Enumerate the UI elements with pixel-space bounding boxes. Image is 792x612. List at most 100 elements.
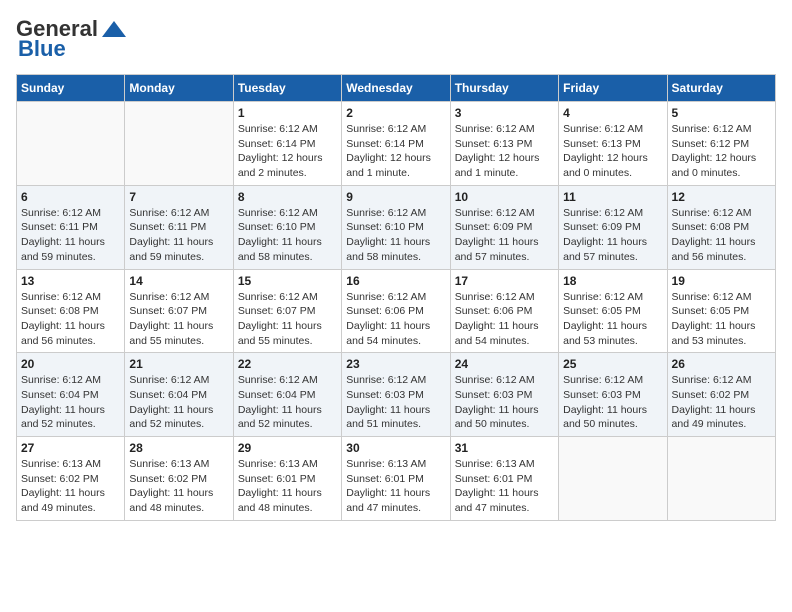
calendar-day-cell: 9Sunrise: 6:12 AMSunset: 6:10 PMDaylight… bbox=[342, 185, 450, 269]
day-number: 27 bbox=[21, 441, 120, 455]
calendar-day-cell: 30 Sunrise: 6:13 AMSunset: 6:01 PMDayligh… bbox=[342, 437, 450, 521]
day-number: 7 bbox=[129, 190, 228, 204]
day-info: Sunrise: 6:12 AMSunset: 6:07 PMDaylight:… bbox=[129, 290, 228, 349]
calendar-day-cell: 29 Sunrise: 6:13 AMSunset: 6:01 PMDayligh… bbox=[233, 437, 341, 521]
column-header-tuesday: Tuesday bbox=[233, 75, 341, 102]
calendar-day-cell: 4 Sunrise: 6:12 AMSunset: 6:13 PMDaylight… bbox=[559, 102, 667, 186]
calendar-week-row: 13 Sunrise: 6:12 AMSunset: 6:08 PMDayligh… bbox=[17, 269, 776, 353]
day-info: Sunrise: 6:12 AMSunset: 6:06 PMDaylight:… bbox=[455, 290, 554, 349]
calendar-day-cell: 15 Sunrise: 6:12 AMSunset: 6:07 PMDayligh… bbox=[233, 269, 341, 353]
calendar-day-cell: 3 Sunrise: 6:12 AMSunset: 6:13 PMDaylight… bbox=[450, 102, 558, 186]
calendar-day-cell: 22 Sunrise: 6:12 AMSunset: 6:04 PMDayligh… bbox=[233, 353, 341, 437]
day-info: Sunrise: 6:12 AMSunset: 6:03 PMDaylight:… bbox=[563, 373, 662, 432]
calendar-day-cell: 11 Sunrise: 6:12 AMSunset: 6:09 PMDayligh… bbox=[559, 185, 667, 269]
column-header-saturday: Saturday bbox=[667, 75, 775, 102]
day-info: Sunrise: 6:13 AMSunset: 6:01 PMDaylight:… bbox=[238, 457, 337, 516]
calendar-day-cell bbox=[559, 437, 667, 521]
logo-icon bbox=[100, 19, 128, 39]
day-info: Sunrise: 6:12 AMSunset: 6:08 PMDaylight:… bbox=[21, 290, 120, 349]
day-info: Sunrise: 6:12 AMSunset: 6:12 PMDaylight:… bbox=[672, 122, 771, 181]
calendar-week-row: 27 Sunrise: 6:13 AMSunset: 6:02 PMDayligh… bbox=[17, 437, 776, 521]
calendar-day-cell: 7 Sunrise: 6:12 AMSunset: 6:11 PMDaylight… bbox=[125, 185, 233, 269]
column-header-wednesday: Wednesday bbox=[342, 75, 450, 102]
day-info: Sunrise: 6:12 AMSunset: 6:09 PMDaylight:… bbox=[455, 206, 554, 265]
day-number: 5 bbox=[672, 106, 771, 120]
calendar-day-cell bbox=[17, 102, 125, 186]
calendar-day-cell: 12Sunrise: 6:12 AMSunset: 6:08 PMDayligh… bbox=[667, 185, 775, 269]
day-info: Sunrise: 6:12 AMSunset: 6:05 PMDaylight:… bbox=[563, 290, 662, 349]
day-number: 10 bbox=[455, 190, 554, 204]
calendar-day-cell: 2 Sunrise: 6:12 AMSunset: 6:14 PMDaylight… bbox=[342, 102, 450, 186]
day-number: 22 bbox=[238, 357, 337, 371]
day-number: 31 bbox=[455, 441, 554, 455]
day-number: 19 bbox=[672, 274, 771, 288]
day-number: 17 bbox=[455, 274, 554, 288]
day-number: 28 bbox=[129, 441, 228, 455]
day-info: Sunrise: 6:12 AMSunset: 6:04 PMDaylight:… bbox=[238, 373, 337, 432]
day-number: 16 bbox=[346, 274, 445, 288]
day-info: Sunrise: 6:12 AMSunset: 6:04 PMDaylight:… bbox=[21, 373, 120, 432]
day-number: 3 bbox=[455, 106, 554, 120]
day-number: 24 bbox=[455, 357, 554, 371]
day-number: 21 bbox=[129, 357, 228, 371]
calendar-day-cell bbox=[125, 102, 233, 186]
calendar-day-cell: 21Sunrise: 6:12 AMSunset: 6:04 PMDayligh… bbox=[125, 353, 233, 437]
day-info: Sunrise: 6:12 AMSunset: 6:13 PMDaylight:… bbox=[455, 122, 554, 181]
day-info: Sunrise: 6:13 AMSunset: 6:01 PMDaylight:… bbox=[346, 457, 445, 516]
day-info: Sunrise: 6:12 AMSunset: 6:14 PMDaylight:… bbox=[346, 122, 445, 181]
day-info: Sunrise: 6:12 AMSunset: 6:10 PMDaylight:… bbox=[346, 206, 445, 265]
day-info: Sunrise: 6:12 AMSunset: 6:09 PMDaylight:… bbox=[563, 206, 662, 265]
column-header-sunday: Sunday bbox=[17, 75, 125, 102]
calendar-day-cell: 6 Sunrise: 6:12 AMSunset: 6:11 PMDaylight… bbox=[17, 185, 125, 269]
calendar-day-cell: 19Sunrise: 6:12 AMSunset: 6:05 PMDayligh… bbox=[667, 269, 775, 353]
calendar-week-row: 20Sunrise: 6:12 AMSunset: 6:04 PMDayligh… bbox=[17, 353, 776, 437]
day-number: 11 bbox=[563, 190, 662, 204]
day-number: 2 bbox=[346, 106, 445, 120]
calendar-header-row: SundayMondayTuesdayWednesdayThursdayFrid… bbox=[17, 75, 776, 102]
day-info: Sunrise: 6:12 AMSunset: 6:11 PMDaylight:… bbox=[21, 206, 120, 265]
day-info: Sunrise: 6:13 AMSunset: 6:01 PMDaylight:… bbox=[455, 457, 554, 516]
day-number: 25 bbox=[563, 357, 662, 371]
calendar-day-cell bbox=[667, 437, 775, 521]
day-number: 15 bbox=[238, 274, 337, 288]
calendar-day-cell: 24 Sunrise: 6:12 AMSunset: 6:03 PMDayligh… bbox=[450, 353, 558, 437]
calendar-day-cell: 18Sunrise: 6:12 AMSunset: 6:05 PMDayligh… bbox=[559, 269, 667, 353]
day-number: 14 bbox=[129, 274, 228, 288]
calendar-day-cell: 23 Sunrise: 6:12 AMSunset: 6:03 PMDayligh… bbox=[342, 353, 450, 437]
calendar-day-cell: 13 Sunrise: 6:12 AMSunset: 6:08 PMDayligh… bbox=[17, 269, 125, 353]
day-number: 29 bbox=[238, 441, 337, 455]
calendar-day-cell: 1Sunrise: 6:12 AMSunset: 6:14 PMDaylight… bbox=[233, 102, 341, 186]
day-info: Sunrise: 6:12 AMSunset: 6:02 PMDaylight:… bbox=[672, 373, 771, 432]
calendar-day-cell: 27 Sunrise: 6:13 AMSunset: 6:02 PMDayligh… bbox=[17, 437, 125, 521]
day-info: Sunrise: 6:12 AMSunset: 6:03 PMDaylight:… bbox=[346, 373, 445, 432]
day-info: Sunrise: 6:12 AMSunset: 6:07 PMDaylight:… bbox=[238, 290, 337, 349]
column-header-monday: Monday bbox=[125, 75, 233, 102]
day-info: Sunrise: 6:12 AMSunset: 6:08 PMDaylight:… bbox=[672, 206, 771, 265]
day-number: 13 bbox=[21, 274, 120, 288]
day-info: Sunrise: 6:12 AMSunset: 6:11 PMDaylight:… bbox=[129, 206, 228, 265]
day-number: 8 bbox=[238, 190, 337, 204]
day-info: Sunrise: 6:12 AMSunset: 6:13 PMDaylight:… bbox=[563, 122, 662, 181]
calendar-day-cell: 10 Sunrise: 6:12 AMSunset: 6:09 PMDayligh… bbox=[450, 185, 558, 269]
logo: General Blue bbox=[16, 16, 128, 62]
calendar-day-cell: 14 Sunrise: 6:12 AMSunset: 6:07 PMDayligh… bbox=[125, 269, 233, 353]
column-header-thursday: Thursday bbox=[450, 75, 558, 102]
column-header-friday: Friday bbox=[559, 75, 667, 102]
day-number: 4 bbox=[563, 106, 662, 120]
day-info: Sunrise: 6:12 AMSunset: 6:06 PMDaylight:… bbox=[346, 290, 445, 349]
calendar-week-row: 6 Sunrise: 6:12 AMSunset: 6:11 PMDaylight… bbox=[17, 185, 776, 269]
day-number: 30 bbox=[346, 441, 445, 455]
calendar-day-cell: 8Sunrise: 6:12 AMSunset: 6:10 PMDaylight… bbox=[233, 185, 341, 269]
day-number: 23 bbox=[346, 357, 445, 371]
day-number: 26 bbox=[672, 357, 771, 371]
page-header: General Blue bbox=[16, 16, 776, 62]
day-number: 1 bbox=[238, 106, 337, 120]
day-info: Sunrise: 6:12 AMSunset: 6:03 PMDaylight:… bbox=[455, 373, 554, 432]
calendar-day-cell: 20Sunrise: 6:12 AMSunset: 6:04 PMDayligh… bbox=[17, 353, 125, 437]
calendar-day-cell: 28Sunrise: 6:13 AMSunset: 6:02 PMDayligh… bbox=[125, 437, 233, 521]
day-info: Sunrise: 6:13 AMSunset: 6:02 PMDaylight:… bbox=[21, 457, 120, 516]
calendar-day-cell: 31 Sunrise: 6:13 AMSunset: 6:01 PMDayligh… bbox=[450, 437, 558, 521]
day-number: 6 bbox=[21, 190, 120, 204]
calendar-week-row: 1 Sunrise: 6:12 AMSunset: 6:14 PMDaylight… bbox=[17, 102, 776, 186]
calendar-day-cell: 26 Sunrise: 6:12 AMSunset: 6:02 PMDayligh… bbox=[667, 353, 775, 437]
